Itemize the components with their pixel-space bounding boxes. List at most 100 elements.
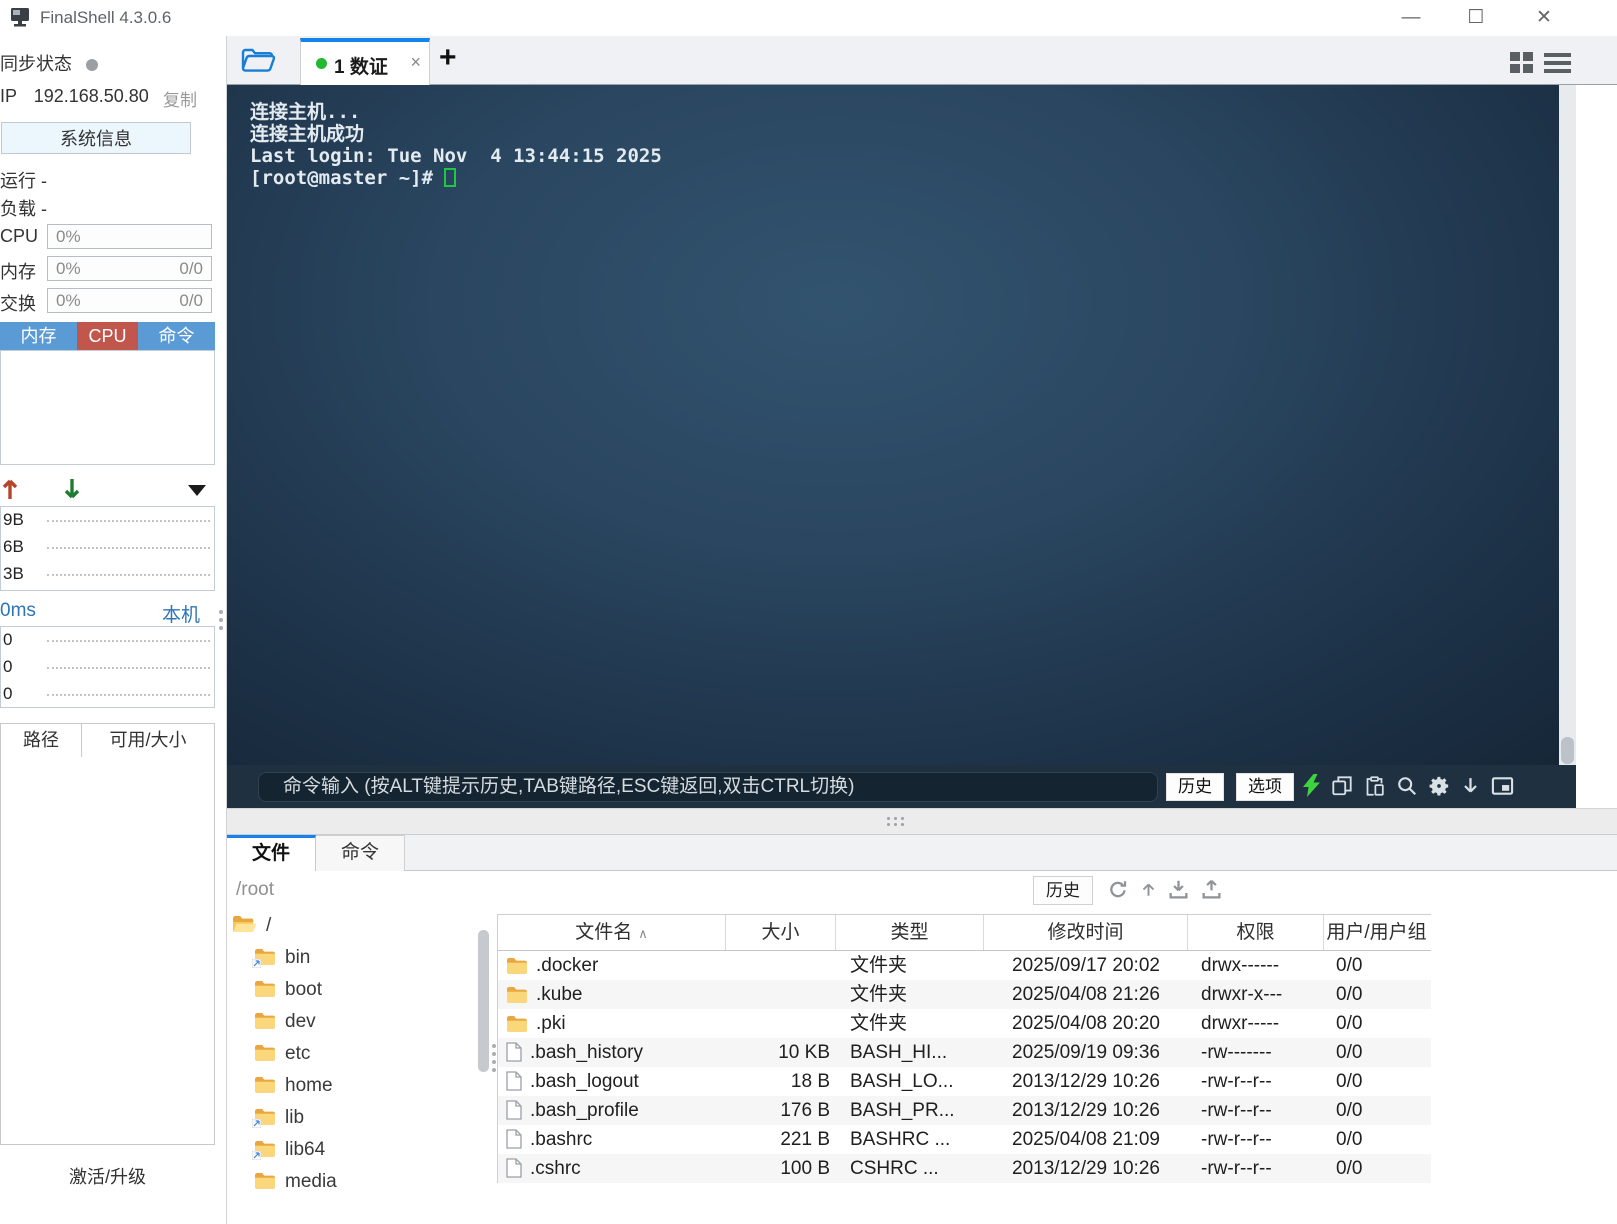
- window-icon[interactable]: [1491, 776, 1514, 796]
- file-name: .kube: [536, 984, 583, 1005]
- cell-type: 文件夹: [850, 1013, 908, 1034]
- window-title: FinalShell 4.3.0.6: [40, 8, 172, 27]
- search-icon[interactable]: [1396, 775, 1417, 796]
- file-row-.kube[interactable]: .kube 文件夹 2025/04/08 21:26 drwxr-x--- 0/0: [498, 980, 1431, 1009]
- current-path[interactable]: /root: [236, 879, 274, 901]
- file-name: .bash_logout: [530, 1071, 639, 1092]
- command-input[interactable]: 命令输入 (按ALT键提示历史,TAB键路径,ESC键返回,双击CTRL切换): [258, 772, 1158, 802]
- column-header-0[interactable]: 文件名 ∧: [498, 915, 726, 950]
- file-row-.cshrc[interactable]: .cshrc 100 B CSHRC ... 2013/12/29 10:26 -rw-…: [498, 1154, 1431, 1183]
- copy-ip-button[interactable]: 复制: [163, 86, 197, 111]
- mount-path-column[interactable]: 路径: [0, 723, 82, 758]
- settings-icon[interactable]: [1428, 775, 1450, 797]
- tree-item-etc[interactable]: etc: [227, 1038, 489, 1070]
- download-tray-icon[interactable]: [1168, 879, 1189, 900]
- lightning-icon[interactable]: [1303, 774, 1320, 797]
- terminal-cursor: [444, 168, 457, 187]
- tree-item-label: home: [285, 1075, 333, 1096]
- tree-table-splitter-grip[interactable]: [492, 1040, 496, 1076]
- minimize-button[interactable]: —: [1388, 4, 1434, 32]
- mount-size-column[interactable]: 可用/大小: [82, 723, 215, 758]
- file-icon: [506, 1071, 522, 1096]
- tree-item-media[interactable]: media: [227, 1166, 489, 1198]
- cell-owner: 0/0: [1336, 1158, 1363, 1179]
- splitter-grip-icon[interactable]: [887, 817, 905, 826]
- ping-graph-gridline: [47, 640, 210, 642]
- file-table-body: .docker 文件夹 2025/09/17 20:02 drwx------ 0/0.…: [498, 951, 1431, 1183]
- path-history-button[interactable]: 历史: [1033, 876, 1093, 905]
- activate-upgrade-link[interactable]: 激活/升级: [0, 1163, 215, 1189]
- file-row-.bashrc[interactable]: .bashrc 221 B BASHRC ... 2025/04/08 21:09 -r…: [498, 1125, 1431, 1154]
- sync-status: 同步状态: [0, 50, 98, 76]
- close-button[interactable]: ✕: [1521, 4, 1567, 32]
- cell-type: BASH_PR...: [850, 1100, 955, 1121]
- tab-cpu-chart[interactable]: CPU: [77, 322, 138, 350]
- tab-close-icon[interactable]: ×: [410, 52, 421, 73]
- command-history-button[interactable]: 历史: [1166, 773, 1224, 801]
- column-header-5[interactable]: 用户/用户组: [1324, 915, 1429, 950]
- chevron-down-icon[interactable]: [188, 485, 206, 496]
- cell-owner: 0/0: [1336, 955, 1363, 976]
- ping-graph-row: 0: [1, 681, 214, 708]
- up-icon[interactable]: [1141, 879, 1156, 900]
- layout-grid-icon[interactable]: [1510, 52, 1534, 74]
- file-icon: [506, 1158, 522, 1183]
- cell-perm: -rw-r--r--: [1201, 1129, 1272, 1150]
- column-header-1[interactable]: 大小: [726, 915, 836, 950]
- tree-item-bin[interactable]: bin: [227, 942, 489, 974]
- tab-session-1[interactable]: 1 数证 ×: [300, 38, 430, 85]
- cell-size: 10 KB: [778, 1042, 830, 1063]
- column-header-3[interactable]: 修改时间: [984, 915, 1188, 950]
- tree-item-dev[interactable]: dev: [227, 1006, 489, 1038]
- new-tab-button[interactable]: +: [439, 41, 457, 75]
- terminal-scrollbar-thumb[interactable]: [1561, 737, 1574, 764]
- refresh-icon[interactable]: [1107, 879, 1129, 900]
- tree-item-lib[interactable]: lib: [227, 1102, 489, 1134]
- tree-item-root[interactable]: /: [227, 910, 489, 942]
- cell-perm: drwxr-x---: [1201, 984, 1283, 1005]
- tab-files[interactable]: 文件: [227, 835, 316, 872]
- file-table-header: 文件名 ∧ 大小 类型 修改时间 权限 用户/用户组: [498, 915, 1431, 951]
- command-options-button[interactable]: 选项: [1236, 773, 1294, 801]
- cell-mtime: 2025/09/19 09:36: [1012, 1042, 1160, 1063]
- hamburger-menu-icon[interactable]: [1544, 53, 1571, 77]
- tree-scrollbar-thumb[interactable]: [478, 930, 489, 1072]
- paste-icon[interactable]: [1364, 775, 1385, 797]
- tab-commands[interactable]: 命令: [316, 835, 405, 871]
- file-row-.bash_profile[interactable]: .bash_profile 176 B BASH_PR... 2013/12/29 1…: [498, 1096, 1431, 1125]
- tab-memory-chart[interactable]: 内存: [0, 322, 77, 350]
- maximize-button[interactable]: ☐: [1453, 4, 1499, 32]
- file-row-.bash_logout[interactable]: .bash_logout 18 B BASH_LO... 2013/12/29 10:…: [498, 1067, 1431, 1096]
- file-name: .pki: [536, 1013, 566, 1034]
- symlink-folder-icon: [251, 1137, 276, 1169]
- column-header-4[interactable]: 权限: [1188, 915, 1324, 950]
- symlink-folder-icon: [251, 945, 276, 977]
- tree-item-lib64[interactable]: lib64: [227, 1134, 489, 1166]
- folder-icon: [254, 1073, 276, 1105]
- folder-icon: [254, 1009, 276, 1041]
- column-header-2[interactable]: 类型: [836, 915, 984, 950]
- file-row-.bash_history[interactable]: .bash_history 10 KB BASH_HI... 2025/09/19 0…: [498, 1038, 1431, 1067]
- tab-command-chart[interactable]: 命令: [138, 322, 215, 350]
- ping-graph-tick-label: 0: [3, 630, 13, 649]
- terminal-scrollbar[interactable]: [1559, 85, 1576, 765]
- upload-tray-icon[interactable]: [1201, 879, 1222, 900]
- copy-icon[interactable]: [1331, 775, 1353, 797]
- cell-mtime: 2013/12/29 10:26: [1012, 1071, 1160, 1092]
- download-icon[interactable]: [1461, 775, 1480, 797]
- horizontal-splitter[interactable]: [227, 808, 1617, 835]
- file-row-.docker[interactable]: .docker 文件夹 2025/09/17 20:02 drwx------ 0/0: [498, 951, 1431, 980]
- ping-value: 0ms: [0, 600, 36, 621]
- cell-type: 文件夹: [850, 955, 908, 976]
- tree-item-home[interactable]: home: [227, 1070, 489, 1102]
- sidebar-splitter-grip[interactable]: [219, 606, 225, 634]
- cell-perm: drwx------: [1201, 955, 1280, 976]
- system-info-button[interactable]: 系统信息: [1, 122, 191, 154]
- cell-type: 文件夹: [850, 984, 908, 1005]
- cell-perm: -rw-r--r--: [1201, 1158, 1272, 1179]
- terminal[interactable]: 连接主机... 连接主机成功 Last login: Tue Nov 4 13:44…: [227, 85, 1576, 765]
- connection-manager-button[interactable]: [240, 46, 284, 78]
- local-host-label[interactable]: 本机: [162, 600, 200, 627]
- file-row-.pki[interactable]: .pki 文件夹 2025/04/08 20:20 drwxr----- 0/0: [498, 1009, 1431, 1038]
- tree-item-boot[interactable]: boot: [227, 974, 489, 1006]
